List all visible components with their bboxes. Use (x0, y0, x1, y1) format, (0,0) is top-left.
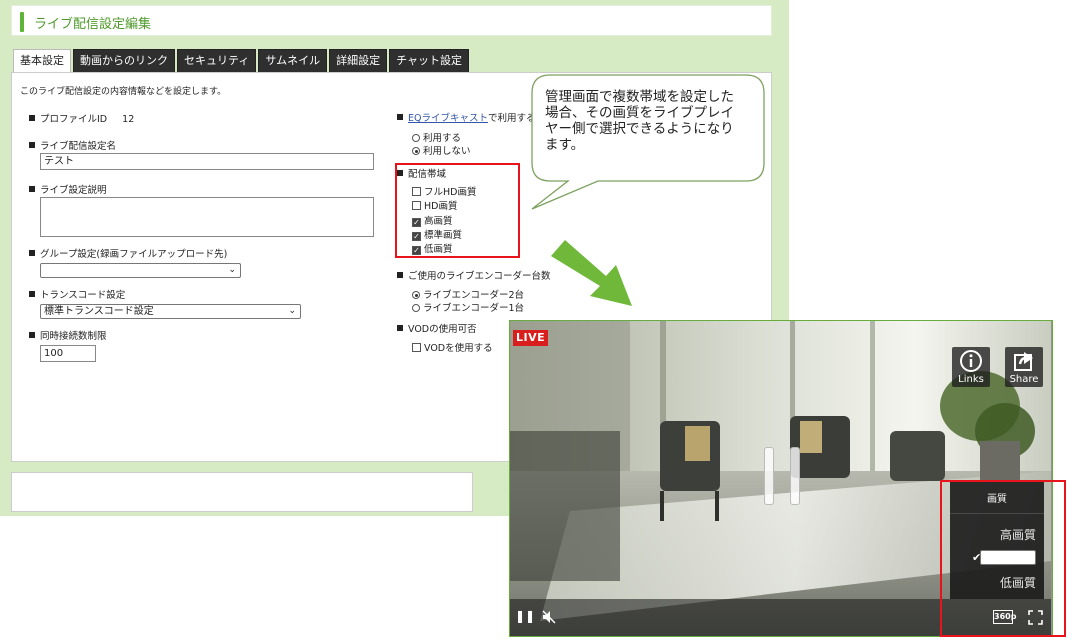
encoder-2-radio[interactable]: ライブエンコーダー2台 (412, 287, 524, 301)
tab-video-links[interactable]: 動画からのリンク (73, 49, 175, 72)
group-select[interactable]: ⌄ (40, 263, 241, 278)
transcode-select[interactable]: 標準トランスコード設定 ⌄ (40, 304, 301, 319)
use-yes-radio[interactable]: 利用する (412, 130, 461, 144)
bullet-square-icon (29, 291, 35, 297)
transcode-label: トランスコード設定 (29, 287, 125, 301)
desc-label: ライブ設定説明 (29, 182, 107, 196)
encoder-1-radio[interactable]: ライブエンコーダー1台 (412, 300, 524, 314)
links-button[interactable]: Links (952, 347, 990, 387)
radio-selected-icon (412, 291, 420, 299)
checkbox-icon (412, 343, 421, 352)
title-accent-bar (20, 12, 24, 32)
bands-highlight-box (395, 163, 520, 258)
radio-icon (412, 304, 420, 312)
profile-id-row: プロファイルID 12 (29, 111, 134, 125)
bullet-square-icon (397, 325, 403, 331)
encoder-label: ご使用のライブエンコーダー台数 (397, 268, 551, 282)
share-button[interactable]: Share (1005, 347, 1043, 387)
arrow-shape (551, 240, 632, 306)
share-icon (1014, 352, 1033, 371)
name-input[interactable]: テスト (40, 153, 374, 170)
name-label: ライブ配信設定名 (29, 138, 116, 152)
panel-description: このライブ配信設定の内容情報などを設定します。 (20, 87, 227, 97)
bullet-square-icon (397, 272, 403, 278)
chevron-down-icon: ⌄ (228, 265, 236, 275)
share-label: Share (1009, 374, 1039, 385)
radio-icon (412, 134, 420, 142)
tab-security[interactable]: セキュリティ (177, 49, 257, 72)
tab-basic-settings[interactable]: 基本設定 (13, 49, 71, 72)
bullet-square-icon (29, 250, 35, 256)
radio-selected-icon (412, 147, 420, 155)
info-icon (960, 350, 982, 372)
bullet-square-icon (29, 332, 35, 338)
concurrent-input[interactable]: 100 (40, 345, 96, 362)
description-textarea[interactable] (40, 197, 374, 237)
bullet-square-icon (397, 114, 403, 120)
tab-chat-settings[interactable]: チャット設定 (389, 49, 470, 72)
vod-label: VODの使用可否 (397, 321, 477, 335)
bullet-square-icon (29, 142, 35, 148)
quality-highlight-box (940, 480, 1066, 637)
tab-advanced-settings[interactable]: 詳細設定 (329, 49, 388, 72)
bullet-square-icon (29, 186, 35, 192)
use-no-radio[interactable]: 利用しない (412, 143, 471, 157)
tab-thumbnail[interactable]: サムネイル (258, 49, 328, 72)
links-label: Links (958, 374, 984, 385)
pause-overlay-icon[interactable] (764, 447, 802, 505)
title-bar: ライブ配信設定編集 (11, 5, 772, 36)
vod-checkbox[interactable]: VODを使用する (412, 340, 493, 354)
eq-usage-label: EQライブキャストで利用する (397, 110, 536, 124)
page-title: ライブ配信設定編集 (34, 17, 152, 32)
bullet-square-icon (29, 115, 35, 121)
eq-livecast-link[interactable]: EQライブキャスト (408, 113, 488, 124)
footer-panel (11, 472, 473, 512)
pause-icon[interactable]: ❚❚ (515, 609, 535, 623)
concurrent-label: 同時接続数制限 (29, 328, 107, 342)
tab-bar: 基本設定 動画からのリンク セキュリティ サムネイル 詳細設定 チャット設定 (13, 49, 470, 72)
live-badge: LIVE (513, 330, 549, 346)
green-arrow-icon (551, 240, 632, 306)
group-label: グループ設定(録画ファイルアップロード先) (29, 246, 227, 260)
profile-id-value: 12 (122, 114, 135, 125)
chevron-down-icon: ⌄ (288, 306, 296, 316)
mute-icon[interactable] (542, 610, 556, 624)
callout-text: 管理画面で複数帯域を設定した場合、その画質をライブプレイヤー側で選択できるように… (545, 89, 734, 153)
